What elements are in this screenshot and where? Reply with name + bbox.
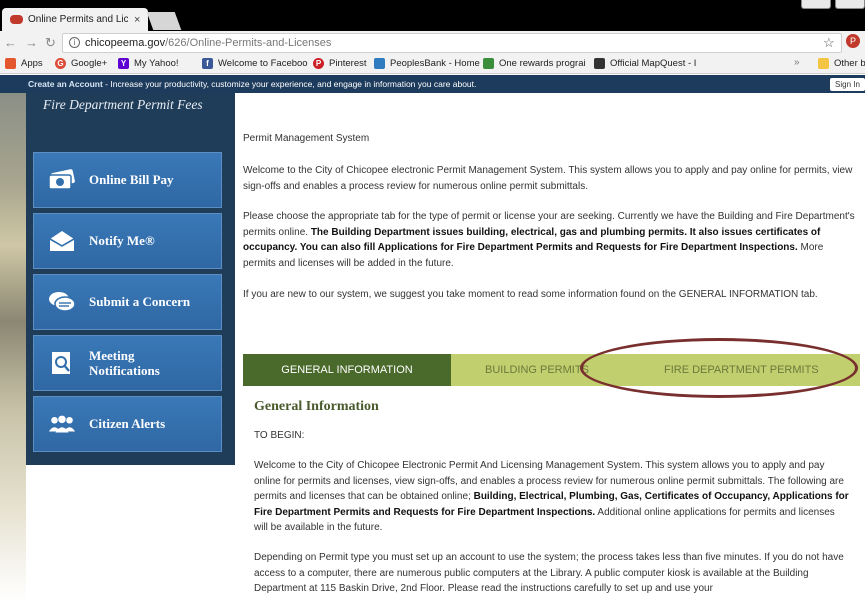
to-begin-label: TO BEGIN:: [254, 430, 305, 441]
tab-general-information[interactable]: GENERAL INFORMATION: [243, 354, 451, 386]
forward-icon[interactable]: →: [25, 35, 38, 50]
google-plus-icon: G: [55, 58, 66, 69]
notification-icon: [47, 348, 77, 378]
submit-a-concern-button[interactable]: Submit a Concern: [33, 274, 222, 330]
bookmark-mapquest[interactable]: Official MapQuest - I: [594, 58, 696, 69]
other-bookmarks[interactable]: Other b: [818, 58, 865, 69]
choose-tab-paragraph: Please choose the appropriate tab for th…: [243, 211, 855, 269]
bookmarks-overflow-icon[interactable]: »: [794, 57, 800, 68]
sidebar-item-label: Notify Me®: [89, 233, 155, 248]
url-path: /626/Online-Permits-and-Licenses: [165, 37, 332, 49]
create-account-link[interactable]: Create an Account: [28, 79, 103, 89]
people-icon: [47, 409, 77, 439]
new-user-paragraph: If you are new to our system, we suggest…: [243, 289, 818, 300]
tab-building-permits[interactable]: BUILDING PERMITS: [485, 354, 589, 386]
facebook-icon: f: [202, 58, 213, 69]
url-host: chicopeema.gov: [85, 37, 166, 49]
tab-close-icon[interactable]: ×: [134, 14, 140, 26]
bookmark-pinterest[interactable]: P Pinterest: [313, 58, 367, 69]
tab-title: Online Permits and Licen: [28, 14, 128, 25]
header-photo-strip: [0, 93, 26, 601]
sidebar-item-label: Meeting Notifications: [89, 348, 160, 378]
bookmark-google-plus[interactable]: G Google+: [55, 58, 107, 69]
pinterest-extension-icon[interactable]: P: [846, 34, 860, 48]
minimize-button[interactable]: [801, 0, 831, 9]
bookmark-rewards[interactable]: One rewards prograi: [483, 58, 586, 69]
site-favicon-icon: [10, 15, 23, 24]
folder-icon: [818, 58, 829, 69]
highlight-ellipse-annotation: [580, 338, 858, 398]
bookmark-facebook[interactable]: f Welcome to Faceboo: [202, 58, 308, 69]
sidebar-heading-link[interactable]: Fire Department Permit Fees: [43, 97, 203, 113]
sidebar-item-label: Citizen Alerts: [89, 416, 166, 431]
chat-icon: [47, 287, 77, 317]
sign-in-button[interactable]: Sign In: [830, 78, 865, 91]
envelope-icon: [47, 226, 77, 256]
new-tab-button[interactable]: [146, 12, 182, 30]
site-info-icon[interactable]: i: [69, 37, 80, 48]
citizen-alerts-button[interactable]: Citizen Alerts: [33, 396, 222, 452]
restore-button[interactable]: [835, 0, 865, 9]
account-setup-paragraph: Depending on Permit type you must set up…: [254, 552, 844, 595]
apps-icon: [5, 58, 16, 69]
sidebar-item-label: Submit a Concern: [89, 294, 191, 309]
online-bill-pay-button[interactable]: Online Bill Pay: [33, 152, 222, 208]
yahoo-icon: Y: [118, 58, 129, 69]
reload-icon[interactable]: ↻: [45, 35, 56, 51]
bill-pay-icon: [47, 165, 77, 195]
general-info-paragraph: Welcome to the City of Chicopee Electron…: [254, 460, 849, 534]
window-controls: [800, 0, 865, 10]
general-information-title: General Information: [254, 399, 379, 414]
bookmark-star-icon[interactable]: ☆: [823, 35, 835, 51]
pms-label: Permit Management System: [243, 133, 370, 144]
bookmark-peoplesbank[interactable]: PeoplesBank - Home: [374, 58, 480, 69]
url-input[interactable]: chicopeema.gov/626/Online-Permits-and-Li…: [62, 33, 842, 53]
bookmark-yahoo[interactable]: Y My Yahoo!: [118, 58, 179, 69]
meeting-notifications-button[interactable]: Meeting Notifications: [33, 335, 222, 391]
browser-tab[interactable]: Online Permits and Licen ×: [2, 8, 148, 31]
notify-me-button[interactable]: Notify Me®: [33, 213, 222, 269]
browser-tabstrip: Online Permits and Licen ×: [0, 0, 865, 31]
sidebar: Fire Department Permit Fees Online Bill …: [26, 93, 235, 465]
create-account-banner: Create an Account - Increase your produc…: [0, 75, 865, 93]
pinterest-icon: P: [313, 58, 324, 69]
bookmark-apps[interactable]: Apps: [5, 58, 43, 69]
rewards-icon: [483, 58, 494, 69]
peoplesbank-icon: [374, 58, 385, 69]
mapquest-icon: [594, 58, 605, 69]
address-bar: ← → ↻ chicopeema.gov/626/Online-Permits-…: [0, 31, 865, 55]
intro-paragraph: Welcome to the City of Chicopee electron…: [243, 165, 853, 192]
back-icon[interactable]: ←: [4, 35, 17, 50]
bookmarks-bar: Apps G Google+ Y My Yahoo! f Welcome to Fac…: [0, 55, 865, 74]
banner-text: - Increase your productivity, customize …: [102, 79, 477, 89]
sidebar-item-label: Online Bill Pay: [89, 172, 174, 187]
